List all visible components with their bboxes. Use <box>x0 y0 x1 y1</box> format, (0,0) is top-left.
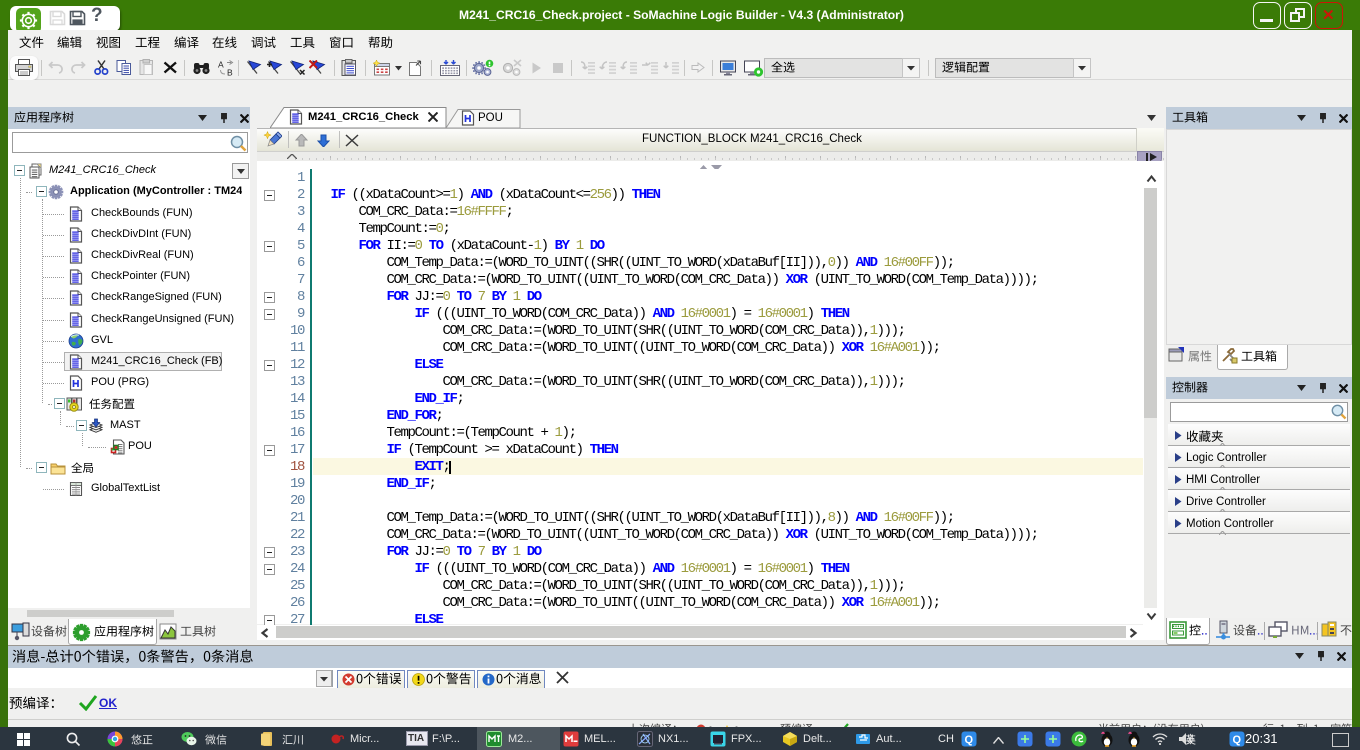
svg-text:A: A <box>218 60 224 70</box>
svg-text:Q: Q <box>1233 734 1242 746</box>
svg-text:Q: Q <box>965 734 974 746</box>
svg-text:B: B <box>227 68 233 77</box>
